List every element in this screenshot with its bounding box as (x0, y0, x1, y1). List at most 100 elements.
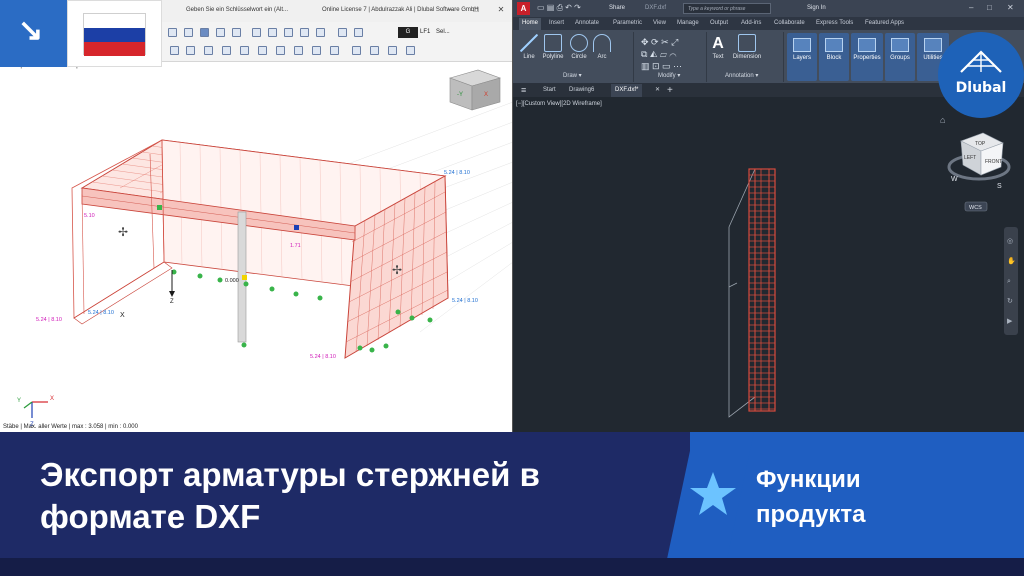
share-button[interactable]: Share (609, 5, 625, 11)
doc-tab-dxf[interactable]: DXF.dxf* (611, 84, 643, 97)
doc-tab-drawing6[interactable]: Drawing6 (565, 84, 598, 97)
minimize-icon[interactable]: – (444, 4, 456, 16)
play-badge[interactable]: ↘ (0, 0, 67, 67)
line-tool[interactable]: Line (517, 34, 541, 60)
toolbar-measure-icon[interactable] (388, 46, 397, 55)
block-icon (825, 38, 843, 52)
maximize-icon[interactable]: □ (987, 3, 992, 12)
close-icon[interactable]: ✕ (495, 4, 507, 16)
tab-insert[interactable]: Insert (549, 20, 564, 26)
tab-featured-apps[interactable]: Featured Apps (865, 20, 904, 26)
toolbar-member-icon[interactable] (294, 46, 303, 55)
load-case-label[interactable]: LF1 (420, 29, 430, 35)
menu-icon[interactable]: ≡ (517, 84, 530, 97)
dlubal-wordmark: Dlubal (955, 80, 1007, 96)
toolbar-mirror-icon[interactable] (222, 46, 231, 55)
groups-icon (891, 38, 909, 52)
toolbar-layer-icon[interactable] (284, 28, 293, 37)
close-icon[interactable]: ✕ (1007, 3, 1014, 12)
modify-group-label[interactable]: Modify ▾ (658, 72, 680, 79)
toolbar-select-icon[interactable] (170, 46, 179, 55)
pan-icon[interactable]: ✋ (1007, 256, 1016, 265)
orbit-icon[interactable]: ↻ (1007, 298, 1013, 305)
annotation-group-label[interactable]: Annotation ▾ (725, 72, 758, 79)
toolbar-load-icon[interactable] (338, 28, 347, 37)
navigation-cube[interactable]: -Y X (449, 69, 501, 111)
tab-annotate[interactable]: Annotate (575, 20, 599, 26)
toolbar-solid-icon[interactable] (330, 46, 339, 55)
node-marker-green[interactable] (157, 205, 162, 210)
banner-bottom-stripe (0, 558, 1024, 576)
search-input[interactable]: Type a keyword or phrase (683, 3, 771, 14)
dlubal-logo: Dlubal (938, 32, 1024, 118)
toolbar-grid-icon[interactable] (252, 28, 261, 37)
quick-access-icons[interactable]: ▭ ▤ ⎙ ↶ ↷ (537, 3, 581, 13)
toolbar-rotate-icon[interactable] (204, 46, 213, 55)
toolbar-result-icon[interactable] (354, 28, 363, 37)
toolbar-open-icon[interactable] (184, 28, 193, 37)
toolbar-render-icon[interactable] (300, 28, 309, 37)
tab-collaborate[interactable]: Collaborate (774, 20, 805, 26)
modify-tools-icons[interactable]: ✥ ⟳ ✂ ⤢ ⧉ ◭ ▱ ⌒ ▥ ⊡ ▭ ⋯ (641, 36, 682, 72)
circle-tool[interactable]: Circle (567, 34, 591, 60)
text-tool[interactable]: A Text (709, 34, 727, 60)
polyline-tool[interactable]: Polyline (539, 34, 567, 60)
node-marker-yellow[interactable] (242, 275, 247, 280)
tab-manage[interactable]: Manage (677, 20, 699, 26)
home-icon[interactable]: ⌂ (940, 115, 945, 125)
node-marker-blue[interactable] (294, 225, 299, 230)
tab-output[interactable]: Output (710, 20, 728, 26)
selection-combo[interactable]: Sel... (436, 29, 450, 35)
circle-tool-label: Circle (571, 54, 587, 60)
toolbar-copy-icon[interactable] (240, 46, 249, 55)
zoom-icon[interactable]: ⌕ (1007, 278, 1011, 285)
svg-text:Z: Z (170, 299, 174, 305)
draw-group-label[interactable]: Draw ▾ (563, 72, 582, 79)
properties-button[interactable]: Properties (851, 33, 883, 81)
toolbar-support-icon[interactable] (352, 46, 361, 55)
toolbar-section-icon[interactable] (316, 28, 325, 37)
russia-flag-icon (83, 13, 146, 56)
doc-tab-start[interactable]: Start (539, 84, 560, 97)
rfem-3d-viewport[interactable]: Z 5.24 | 8.10 5.24 | 8.10 5.24 | 8.10 5.… (0, 62, 513, 432)
dim-label: 5.24 | 8.10 (444, 170, 470, 176)
toolbar-hinge-icon[interactable] (370, 46, 379, 55)
text-icon: A (712, 35, 724, 52)
toolbar-zoom-icon[interactable] (406, 46, 415, 55)
tab-addins[interactable]: Add-ins (741, 20, 761, 26)
title-banner: Экспорт арматуры стержней в формате DXF … (0, 432, 1024, 576)
block-button[interactable]: Block (819, 33, 849, 81)
tab-parametric[interactable]: Parametric (613, 20, 642, 26)
toolbar-surface-icon[interactable] (312, 46, 321, 55)
showmotion-icon[interactable]: ▶ (1007, 318, 1013, 325)
steering-wheel-icon[interactable]: ◎ (1007, 238, 1013, 245)
new-tab-icon[interactable]: + (663, 84, 677, 97)
tab-view[interactable]: View (653, 20, 666, 26)
layers-button[interactable]: Layers (787, 33, 817, 81)
toolbar-new-icon[interactable] (168, 28, 177, 37)
viewcube[interactable]: TOP FRONT LEFT W S (947, 132, 1011, 190)
arc-icon (593, 34, 611, 52)
origin-x-marker: X (120, 312, 125, 319)
toolbar-table-icon[interactable] (216, 28, 225, 37)
toolbar-move-icon[interactable] (186, 46, 195, 55)
svg-text:X: X (50, 396, 54, 402)
minimize-icon[interactable]: – (969, 3, 973, 12)
toolbar-line-icon[interactable] (276, 46, 285, 55)
autocad-drawing-area[interactable]: ⌂ TOP FRONT LEFT W S WCS ◎ ✋ ⌕ ↻ ▶ (513, 97, 1024, 432)
dimension-tool[interactable]: Dimension (731, 34, 763, 60)
tab-home[interactable]: Home (519, 18, 542, 30)
arc-tool[interactable]: Arc (591, 34, 613, 60)
autocad-logo-icon[interactable]: A (517, 2, 530, 15)
toolbar-node-icon[interactable] (258, 46, 267, 55)
dim-value: 1.71 (290, 243, 301, 249)
rfem-search-hint[interactable]: Geben Sie ein Schlüsselwort ein (Alt... (186, 7, 288, 13)
load-case-combo[interactable]: G (398, 27, 418, 38)
maximize-icon[interactable]: □ (470, 4, 482, 16)
sign-in-button[interactable]: Sign In (807, 5, 826, 11)
toolbar-snap-icon[interactable] (268, 28, 277, 37)
tab-express-tools[interactable]: Express Tools (816, 20, 853, 26)
toolbar-view-icon[interactable] (200, 28, 209, 37)
groups-button[interactable]: Groups (885, 33, 915, 81)
toolbar-print-icon[interactable] (232, 28, 241, 37)
